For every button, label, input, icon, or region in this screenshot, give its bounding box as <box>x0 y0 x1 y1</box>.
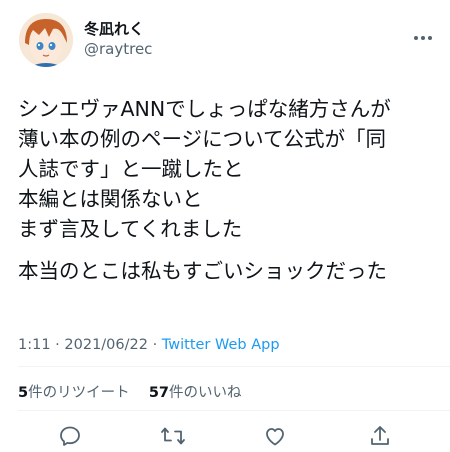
tweet-date[interactable]: 2021/06/22 <box>64 337 148 353</box>
like-count-link[interactable]: 57件のいいね <box>149 385 242 401</box>
reply-icon[interactable] <box>58 424 84 450</box>
tweet-line: 薄い本の例のページについて公式が「同 <box>18 127 386 151</box>
tweet-line: まず言及してくれました <box>18 217 243 241</box>
more-icon[interactable] <box>413 26 433 45</box>
separator: · <box>147 337 162 353</box>
retweet-count: 5 <box>18 385 29 401</box>
retweet-icon[interactable] <box>160 424 186 450</box>
tweet-meta: 1:11 · 2021/06/22 · Twitter Web App <box>18 337 280 353</box>
retweet-count-link[interactable]: 5件のリツイート <box>18 385 130 401</box>
avatar[interactable] <box>19 13 73 67</box>
tweet-line: 本当のとこは私もすごいショックだった <box>18 259 387 283</box>
tweet-actions <box>0 424 450 450</box>
tweet-line: 本編とは関係ないと <box>18 187 203 211</box>
tweet-line: シンエヴァANNでしょっぱな緒方さんが <box>18 97 391 121</box>
tweet-time[interactable]: 1:11 <box>18 337 51 353</box>
retweet-count-label: 件のリツイート <box>28 385 130 401</box>
display-name[interactable]: 冬凪れく <box>84 18 144 39</box>
tweet-stats: 5件のリツイート 57件のいいね <box>18 381 242 402</box>
separator: · <box>50 337 65 353</box>
divider <box>18 410 450 411</box>
tweet-source-link[interactable]: Twitter Web App <box>162 337 280 353</box>
tweet-text: シンエヴァANNでしょっぱな緒方さんが 薄い本の例のページについて公式が「同 人… <box>18 94 440 286</box>
user-handle[interactable]: @raytrec <box>84 40 152 58</box>
divider <box>18 366 450 367</box>
tweet-line: 人誌です」と一蹴したと <box>18 157 244 181</box>
like-count-label: 件のいいね <box>169 385 242 401</box>
share-icon[interactable] <box>368 424 394 450</box>
like-icon[interactable] <box>263 424 289 450</box>
like-count: 57 <box>148 385 169 401</box>
